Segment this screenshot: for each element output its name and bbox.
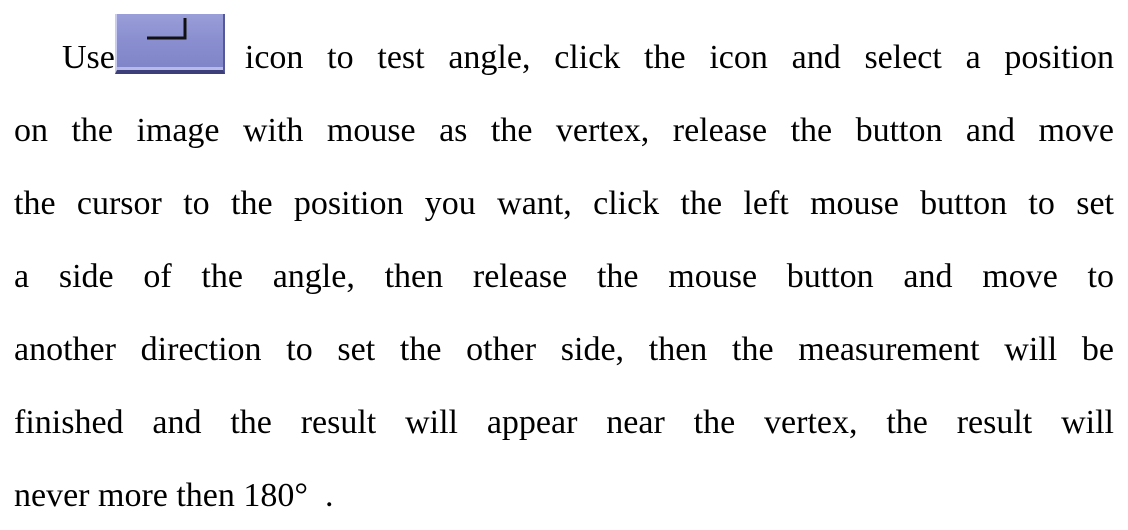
paragraph-line-4: a side of the angle, then release the mo…: [14, 258, 1114, 295]
angle-tool-button[interactable]: [114, 14, 225, 74]
paragraph-line-5: another direction to set the other side,…: [14, 331, 1114, 368]
angle-measure-icon: [146, 18, 187, 40]
paragraph-line-1: Use icon to test angle, click the icon a…: [14, 14, 1114, 78]
paragraph-line-3: the cursor to the position you want, cli…: [14, 185, 1114, 222]
use-text: Use: [62, 39, 115, 76]
paragraph-line-7: never more then 180° .: [14, 477, 334, 514]
paragraph-line-2: on the image with mouse as the vertex, r…: [14, 112, 1114, 149]
after-icon-text: icon to test angle, click the icon and s…: [244, 39, 1114, 76]
paragraph-line-6: finished and the result will appear near…: [14, 404, 1114, 441]
